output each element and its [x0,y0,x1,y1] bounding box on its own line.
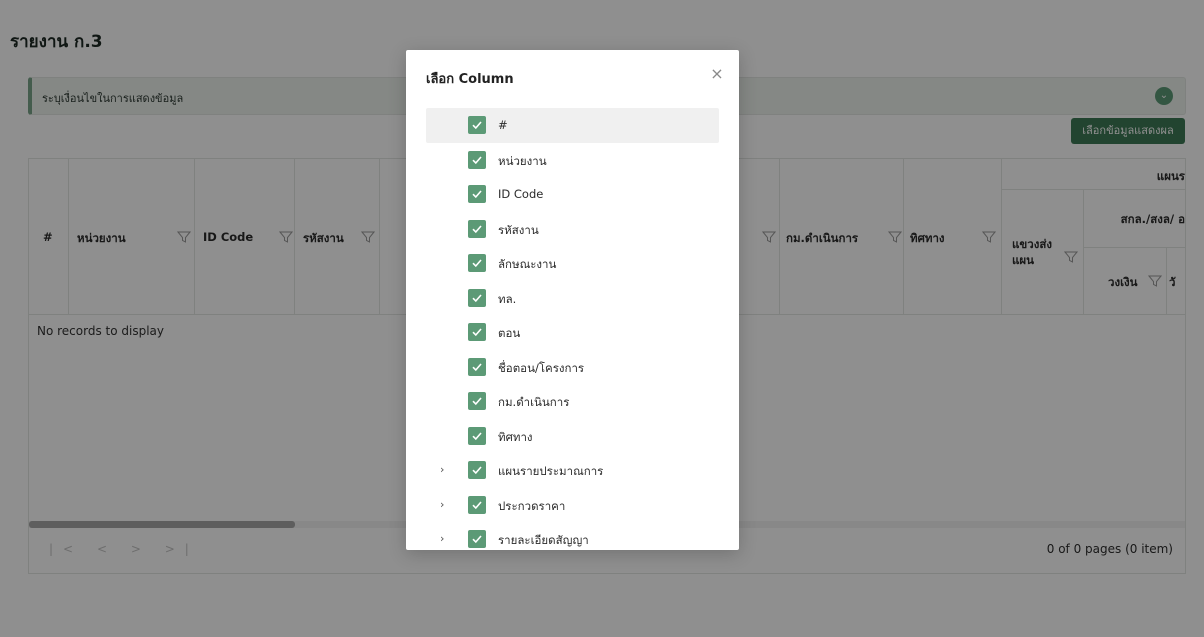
column-option-label: รหัสงาน [498,222,539,237]
select-column-modal: เลือก Column × # หน่วยงาน ID Code รหัสงานลั… [406,50,739,550]
checkbox[interactable] [468,288,486,307]
column-option[interactable]: หน่วยงาน [426,143,719,178]
checkbox[interactable] [468,392,486,410]
column-option-label: ประกวดราคา [498,498,566,513]
column-option[interactable]: › รายละเอียดสัญญา [426,522,719,550]
chevron-right-icon[interactable]: › [440,532,450,545]
column-checklist: # หน่วยงาน ID Code รหัสงานลักษณะงานทล. ตอนชื… [426,108,719,550]
column-option[interactable]: ชื่อตอน/โครงการ [426,350,719,385]
checkbox[interactable] [468,185,486,203]
column-option[interactable]: ทล. [426,281,719,316]
column-option-label: ID Code [498,187,544,201]
column-option-label: รายละเอียดสัญญา [498,533,589,547]
modal-title: เลือก Column [426,72,514,87]
checkbox[interactable] [468,426,486,445]
column-option-label: # [498,118,508,132]
checkbox[interactable] [468,530,486,548]
checkbox[interactable] [468,219,486,238]
close-icon[interactable]: × [709,66,725,82]
column-option[interactable]: รหัสงาน [426,212,719,247]
column-option-label: กม.ดำเนินการ [498,395,570,409]
checkbox[interactable] [468,116,486,134]
checkbox[interactable] [468,323,486,341]
chevron-right-icon[interactable]: › [440,498,450,511]
column-option-label: ลักษณะงาน [498,257,557,271]
checkbox[interactable] [468,495,486,514]
column-option[interactable]: ลักษณะงาน [426,246,719,281]
column-option-label: ตอน [498,326,521,340]
checkbox[interactable] [468,150,486,169]
column-option[interactable]: กม.ดำเนินการ [426,384,719,419]
checkbox[interactable] [468,254,486,272]
column-option[interactable]: ID Code [426,177,719,212]
column-option[interactable]: › แผนรายประมาณการ [426,453,719,488]
column-option-label: ทิศทาง [498,429,533,444]
column-option[interactable]: # [426,108,719,143]
column-option-label: แผนรายประมาณการ [498,464,604,478]
column-option-label: ชื่อตอน/โครงการ [498,360,585,375]
column-option[interactable]: ตอน [426,315,719,350]
checkbox[interactable] [468,461,486,479]
column-option[interactable]: ทิศทาง [426,419,719,454]
checkbox[interactable] [468,357,486,376]
column-option[interactable]: › ประกวดราคา [426,488,719,523]
column-option-label: หน่วยงาน [498,153,547,168]
chevron-right-icon[interactable]: › [440,463,450,476]
column-option-label: ทล. [498,291,517,306]
